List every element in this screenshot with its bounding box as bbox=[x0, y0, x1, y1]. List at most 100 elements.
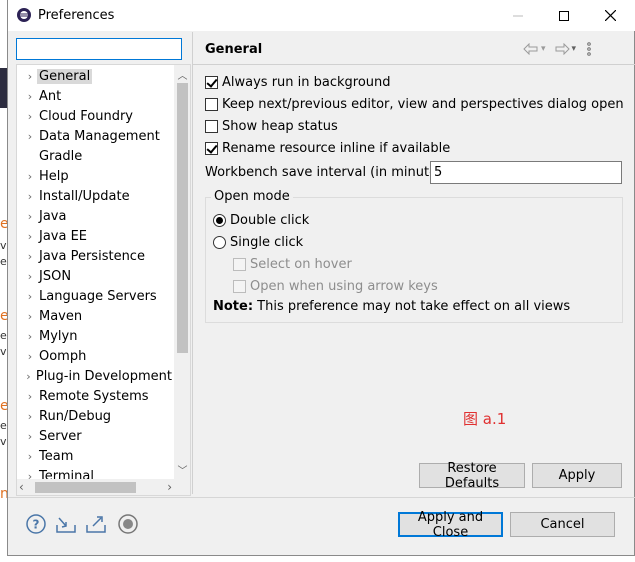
tree-item-cloud-foundry[interactable]: › Cloud Foundry bbox=[17, 106, 174, 126]
chevron-right-icon[interactable]: › bbox=[17, 170, 37, 183]
tree-vertical-scrollbar[interactable]: ︿ ﹀ bbox=[174, 65, 190, 479]
window-title: Preferences bbox=[38, 8, 115, 23]
chevron-right-icon[interactable]: › bbox=[17, 270, 37, 283]
open-mode-title: Open mode bbox=[211, 189, 293, 204]
back-dropdown-icon[interactable]: ▾ bbox=[541, 44, 546, 54]
tree-item-mylyn[interactable]: › Mylyn bbox=[17, 326, 174, 346]
save-interval-label: Workbench save interval (in minutes): bbox=[205, 165, 454, 180]
tree-item-help[interactable]: › Help bbox=[17, 166, 174, 186]
tree-item-java-persistence[interactable]: › Java Persistence bbox=[17, 246, 174, 266]
tree-item-language-servers[interactable]: › Language Servers bbox=[17, 286, 174, 306]
export-icon[interactable] bbox=[84, 512, 108, 536]
single-click-radio[interactable] bbox=[213, 235, 226, 249]
tree-item-plug-in-development[interactable]: › Plug-in Development bbox=[17, 366, 174, 386]
apply-button[interactable]: Apply bbox=[532, 463, 622, 488]
tree-list: › General › Ant › Cloud Foundry › Data Manag… bbox=[17, 65, 174, 479]
svg-text:?: ? bbox=[33, 518, 40, 532]
maximize-icon bbox=[559, 10, 569, 21]
back-arrow-icon[interactable] bbox=[523, 43, 539, 55]
tree-item-server[interactable]: › Server bbox=[17, 426, 174, 446]
apply-and-close-button[interactable]: Apply and Close bbox=[398, 510, 503, 540]
minimize-button[interactable] bbox=[495, 0, 541, 31]
title-bar[interactable]: Preferences bbox=[8, 0, 635, 31]
eclipse-app-icon bbox=[17, 8, 31, 22]
forward-arrow-icon[interactable] bbox=[554, 43, 570, 55]
scrollbar-thumb[interactable] bbox=[35, 482, 136, 493]
tree-item-maven[interactable]: › Maven bbox=[17, 306, 174, 326]
panel-sash[interactable] bbox=[192, 32, 193, 494]
tree-item-java[interactable]: › Java bbox=[17, 206, 174, 226]
chevron-right-icon[interactable]: › bbox=[17, 370, 34, 383]
scrollbar-thumb[interactable] bbox=[177, 83, 188, 353]
tree-item-terminal[interactable]: › Terminal bbox=[17, 466, 174, 480]
chevron-right-icon[interactable]: › bbox=[17, 70, 37, 83]
restore-defaults-button[interactable]: Restore Defaults bbox=[419, 461, 525, 491]
tree-item-install-update[interactable]: › Install/Update bbox=[17, 186, 174, 206]
chevron-right-icon[interactable]: › bbox=[17, 330, 37, 343]
chevron-right-icon[interactable]: › bbox=[17, 210, 37, 223]
chevron-right-icon[interactable]: › bbox=[17, 310, 37, 323]
chevron-right-icon[interactable]: › bbox=[17, 390, 37, 403]
double-click-radio[interactable] bbox=[213, 213, 226, 227]
chevron-right-icon[interactable]: › bbox=[17, 350, 37, 363]
figure-annotation: 图 a.1 bbox=[463, 410, 507, 428]
double-click-option[interactable]: Double click bbox=[213, 211, 309, 229]
chevron-right-icon[interactable]: › bbox=[17, 110, 37, 123]
select-on-hover-option: Select on hover bbox=[233, 255, 352, 273]
tree-horizontal-scrollbar[interactable]: ‹ › bbox=[17, 479, 174, 495]
page-nav-toolbar: ▾ ▾ bbox=[523, 40, 592, 58]
chevron-right-icon[interactable]: › bbox=[17, 250, 37, 263]
filter-input[interactable] bbox=[16, 38, 182, 60]
open-mode-note: Note: This preference may not take effec… bbox=[213, 299, 571, 314]
forward-dropdown-icon[interactable]: ▾ bbox=[572, 44, 577, 54]
keep-dialog-open-checkbox[interactable] bbox=[205, 97, 218, 111]
chevron-right-icon[interactable]: › bbox=[17, 130, 37, 143]
tree-item-ant[interactable]: › Ant bbox=[17, 86, 174, 106]
open-arrow-keys-option: Open when using arrow keys bbox=[233, 277, 438, 295]
tree-item-json[interactable]: › JSON bbox=[17, 266, 174, 286]
scroll-left-icon[interactable]: ‹ bbox=[19, 480, 24, 494]
tree-item-remote-systems[interactable]: › Remote Systems bbox=[17, 386, 174, 406]
rename-inline-option[interactable]: Rename resource inline if available bbox=[205, 139, 450, 157]
save-interval-input[interactable] bbox=[430, 161, 622, 184]
scroll-right-icon[interactable]: › bbox=[167, 480, 172, 494]
select-on-hover-checkbox bbox=[233, 257, 246, 271]
chevron-right-icon[interactable]: › bbox=[17, 410, 37, 423]
always-run-background-option[interactable]: Always run in background bbox=[205, 73, 391, 91]
import-icon[interactable] bbox=[54, 512, 78, 536]
rename-inline-checkbox[interactable] bbox=[205, 141, 218, 155]
cancel-button[interactable]: Cancel bbox=[510, 512, 615, 537]
tree-item-general[interactable]: › General bbox=[17, 66, 174, 86]
more-options-icon[interactable] bbox=[586, 42, 592, 56]
tree-item-run-debug[interactable]: › Run/Debug bbox=[17, 406, 174, 426]
maximize-button[interactable] bbox=[541, 0, 587, 31]
help-icon[interactable]: ? bbox=[24, 512, 48, 536]
close-button[interactable] bbox=[587, 0, 633, 31]
record-icon[interactable] bbox=[116, 512, 140, 536]
tree-item-oomph[interactable]: › Oomph bbox=[17, 346, 174, 366]
tree-item-team[interactable]: › Team bbox=[17, 446, 174, 466]
show-heap-status-option[interactable]: Show heap status bbox=[205, 117, 338, 135]
preference-tree[interactable]: › General › Ant › Cloud Foundry › Data Manag… bbox=[16, 64, 191, 496]
tree-item-data-management[interactable]: › Data Management bbox=[17, 126, 174, 146]
scroll-down-icon[interactable]: ﹀ bbox=[174, 462, 190, 477]
scroll-up-icon[interactable]: ︿ bbox=[174, 67, 190, 82]
chevron-right-icon[interactable]: › bbox=[17, 290, 37, 303]
chevron-right-icon[interactable]: › bbox=[17, 450, 37, 463]
show-heap-status-checkbox[interactable] bbox=[205, 119, 218, 133]
single-click-option[interactable]: Single click bbox=[213, 233, 303, 251]
always-run-background-checkbox[interactable] bbox=[205, 75, 218, 89]
footer-separator bbox=[8, 497, 635, 498]
chevron-right-icon[interactable]: › bbox=[17, 430, 37, 443]
chevron-right-icon[interactable]: › bbox=[17, 470, 37, 480]
chevron-right-icon[interactable]: › bbox=[17, 190, 37, 203]
scrollbar-corner bbox=[174, 479, 190, 495]
chevron-right-icon[interactable]: › bbox=[17, 90, 37, 103]
tree-item-java-ee[interactable]: › Java EE bbox=[17, 226, 174, 246]
chevron-right-icon[interactable]: › bbox=[17, 230, 37, 243]
keep-dialog-open-option[interactable]: Keep next/previous editor, view and pers… bbox=[205, 95, 624, 113]
minimize-icon bbox=[513, 15, 523, 16]
header-separator bbox=[193, 64, 635, 65]
preferences-dialog: Preferences › General › Ant › Cloud Foundry… bbox=[7, 0, 635, 556]
tree-item-gradle[interactable]: Gradle bbox=[17, 146, 174, 166]
